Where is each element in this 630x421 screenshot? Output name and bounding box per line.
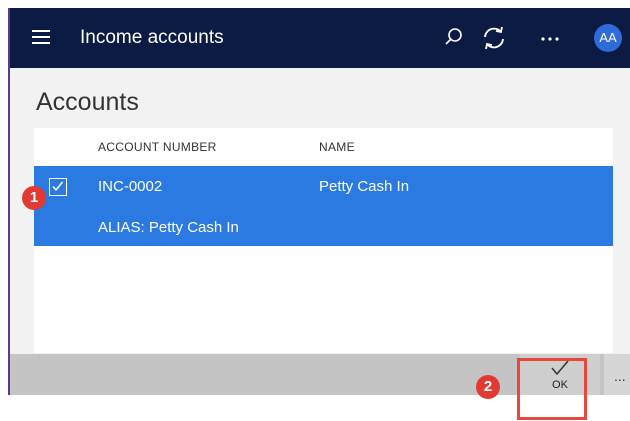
avatar[interactable]: AA: [594, 24, 622, 52]
page-title: Accounts: [36, 88, 139, 116]
grid-header: ACCOUNT NUMBER NAME: [34, 128, 613, 166]
checkmark-icon: [52, 181, 64, 192]
accounts-grid: ACCOUNT NUMBER NAME INC-0002 Petty Cash …: [34, 128, 613, 353]
name-cell: Petty Cash In: [319, 178, 410, 195]
column-header-name[interactable]: NAME: [319, 140, 355, 154]
row-checkbox[interactable]: [49, 178, 67, 196]
top-bar: Income accounts AA: [10, 8, 630, 68]
refresh-icon[interactable]: [478, 22, 510, 54]
ellipsis-icon: ...: [614, 368, 626, 384]
hamburger-icon[interactable]: [32, 30, 50, 44]
app-window: Income accounts AA Accounts ACCOUNT NUMB…: [8, 8, 630, 395]
app-title: Income accounts: [80, 27, 224, 48]
search-icon[interactable]: [438, 22, 470, 54]
account-number-cell: INC-0002: [98, 178, 163, 195]
table-row[interactable]: INC-0002 Petty Cash In ALIAS: Petty Cash…: [34, 166, 613, 246]
alias-cell: ALIAS: Petty Cash In: [98, 219, 239, 236]
ok-button-highlight: [517, 358, 587, 420]
more-actions-button[interactable]: ...: [604, 354, 630, 395]
callout-marker-1: 1: [22, 186, 46, 210]
callout-marker-2: 2: [476, 375, 500, 399]
ellipsis-icon[interactable]: [534, 22, 566, 54]
column-header-account-number[interactable]: ACCOUNT NUMBER: [98, 140, 217, 154]
